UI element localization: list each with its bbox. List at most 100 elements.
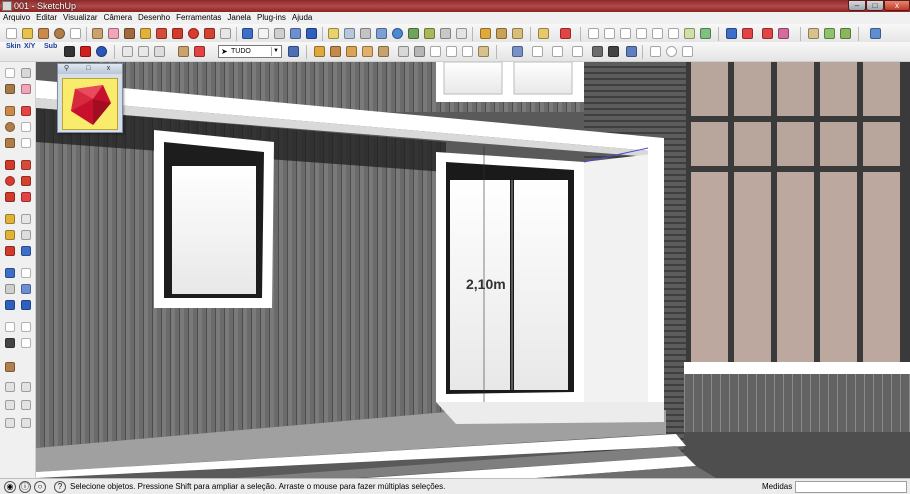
menu-arquivo[interactable]: Arquivo	[0, 12, 33, 24]
palette-circle[interactable]	[3, 120, 17, 134]
palette-dimension[interactable]	[19, 212, 33, 226]
paint-bucket-button[interactable]	[122, 26, 137, 41]
line-tool-button[interactable]	[20, 26, 35, 41]
menu-desenho[interactable]: Desenho	[135, 12, 173, 24]
palette-protractor[interactable]	[3, 228, 17, 242]
panel-close-button[interactable]: x	[104, 64, 113, 73]
solid-subtract-button[interactable]	[510, 26, 525, 41]
palette-zoom-window[interactable]	[19, 282, 33, 296]
palette-tool-g2[interactable]	[19, 380, 33, 394]
palette-layer[interactable]	[3, 360, 17, 374]
view-back-button[interactable]	[590, 44, 605, 59]
palette-text[interactable]	[19, 228, 33, 242]
tool-c4[interactable]	[776, 26, 791, 41]
palette-line[interactable]	[19, 104, 33, 118]
palette-tool-g5[interactable]	[3, 416, 17, 430]
tool-f11[interactable]	[476, 44, 491, 59]
palette-component[interactable]	[19, 66, 33, 80]
solid-union-button[interactable]	[478, 26, 493, 41]
tool-f4[interactable]	[360, 44, 375, 59]
menu-visualizar[interactable]: Visualizar	[60, 12, 101, 24]
palette-walk[interactable]	[3, 336, 17, 350]
tool-b1[interactable]	[586, 26, 601, 41]
tool-b4[interactable]	[634, 26, 649, 41]
tool-f6[interactable]	[396, 44, 411, 59]
palette-polygon[interactable]	[3, 136, 17, 150]
menu-editar[interactable]: Editar	[33, 12, 60, 24]
select-tool-button[interactable]	[4, 26, 19, 41]
pan-tool-button[interactable]	[256, 26, 271, 41]
get-models-button[interactable]	[326, 26, 341, 41]
zoom-tool-button[interactable]	[272, 26, 287, 41]
tool-b2[interactable]	[602, 26, 617, 41]
components-button[interactable]	[358, 26, 373, 41]
pin-icon[interactable]: ⚲	[62, 64, 71, 73]
menu-janela[interactable]: Janela	[224, 12, 254, 24]
record-button[interactable]	[78, 44, 93, 59]
rotate-tool-button[interactable]	[186, 26, 201, 41]
palette-eraser[interactable]	[19, 82, 33, 96]
play-button[interactable]	[62, 44, 77, 59]
tool-b6[interactable]	[666, 26, 681, 41]
palette-tool-g1[interactable]	[3, 380, 17, 394]
palette-3dtext[interactable]	[19, 244, 33, 258]
ruby-panel-header[interactable]: ⚲ □ x	[58, 64, 122, 74]
palette-paint[interactable]	[3, 82, 17, 96]
rectangle-tool-button[interactable]	[36, 26, 51, 41]
ruby-console-button[interactable]	[62, 78, 118, 130]
palette-offset[interactable]	[19, 190, 33, 204]
move-tool-button[interactable]	[170, 26, 185, 41]
palette-zoom[interactable]	[3, 282, 17, 296]
user-icon[interactable]: ○	[34, 481, 46, 493]
tape-measure-button[interactable]	[138, 26, 153, 41]
tool-e1[interactable]	[120, 44, 135, 59]
tool-f10[interactable]	[460, 44, 475, 59]
palette-arc[interactable]	[19, 120, 33, 134]
zoom-window-button[interactable]	[288, 26, 303, 41]
view-top-button[interactable]	[530, 44, 545, 59]
tool-e2[interactable]	[136, 44, 151, 59]
palette-previous[interactable]	[3, 298, 17, 312]
tool-f1[interactable]	[312, 44, 327, 59]
credits-icon[interactable]: ⓘ	[19, 481, 31, 493]
follow-me-button[interactable]	[202, 26, 217, 41]
palette-orbit[interactable]	[3, 266, 17, 280]
view-iso-button[interactable]	[510, 44, 525, 59]
tool-b7[interactable]	[682, 26, 697, 41]
menu-ferramentas[interactable]: Ferramentas	[173, 12, 224, 24]
eraser-tool-button[interactable]	[106, 26, 121, 41]
tool-d2[interactable]	[822, 26, 837, 41]
axes-button[interactable]	[680, 44, 695, 59]
tool-f7[interactable]	[412, 44, 427, 59]
xyz-label[interactable]: X/Y	[24, 43, 35, 50]
photo-textures-button[interactable]	[374, 26, 389, 41]
tool-b8[interactable]	[698, 26, 713, 41]
tool-e4[interactable]	[176, 44, 191, 59]
help-icon[interactable]: ?	[54, 481, 66, 493]
view-right-button[interactable]	[570, 44, 585, 59]
palette-look-around[interactable]	[19, 320, 33, 334]
tool-c3[interactable]	[760, 26, 775, 41]
tool-e3[interactable]	[152, 44, 167, 59]
maximize-button[interactable]: □	[866, 0, 884, 11]
tool-f9[interactable]	[444, 44, 459, 59]
menu-plugins[interactable]: Plug-ins	[254, 12, 289, 24]
skin-label[interactable]: Skin	[6, 43, 21, 50]
model-viewport[interactable]: 2,10m	[36, 62, 910, 478]
panel-maximize-button[interactable]: □	[84, 64, 93, 73]
tool-b5[interactable]	[650, 26, 665, 41]
palette-next[interactable]	[19, 298, 33, 312]
palette-tool-g3[interactable]	[3, 398, 17, 412]
menu-ajuda[interactable]: Ajuda	[289, 12, 315, 24]
view-left-button[interactable]	[606, 44, 621, 59]
menu-camera[interactable]: Câmera	[101, 12, 135, 24]
palette-move[interactable]	[3, 158, 17, 172]
refresh-button[interactable]	[94, 44, 109, 59]
sandbox-button[interactable]	[422, 26, 437, 41]
sub-label[interactable]: Sub	[44, 43, 57, 50]
push-pull-button[interactable]	[154, 26, 169, 41]
tool-f3[interactable]	[344, 44, 359, 59]
add-location-button[interactable]	[390, 26, 405, 41]
palette-select[interactable]	[3, 66, 17, 80]
tool-b3[interactable]	[618, 26, 633, 41]
